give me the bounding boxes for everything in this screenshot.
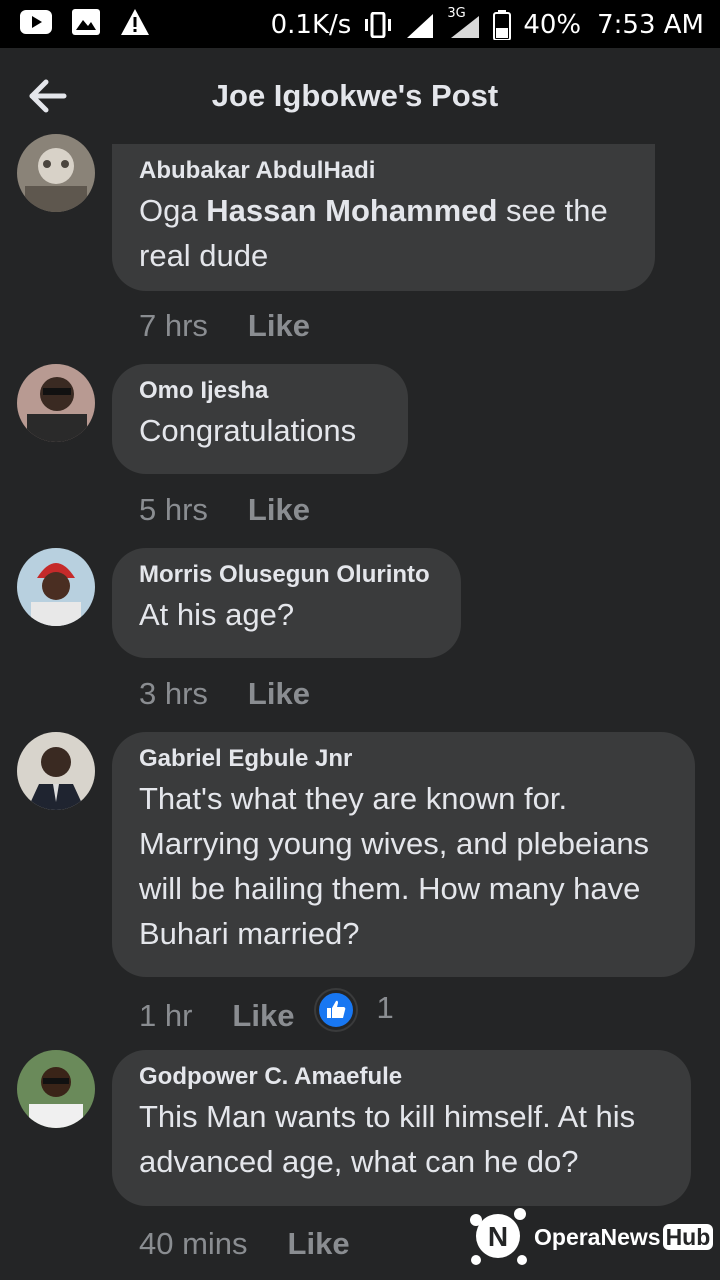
page-title: Joe Igbokwe's Post [211,78,499,113]
signal-icon [407,14,434,38]
comment-item: Omo Ijesha Congratulations 5 hrs Like [0,364,720,548]
svg-text:N: N [488,1221,508,1252]
comment-item: Abubakar AbdulHadi Oga Hassan Mohammed s… [0,134,720,364]
comment-text: Oga Hassan Mohammed see the real dude [139,188,627,278]
comment-bubble[interactable]: Abubakar AbdulHadi Oga Hassan Mohammed s… [112,144,655,291]
comment-bubble[interactable]: Gabriel Egbule Jnr That's what they are … [112,732,695,977]
operanews-logo-icon: N [470,1208,527,1265]
avatar[interactable] [17,364,95,442]
comment-bubble[interactable]: Morris Olusegun Olurinto At his age? [112,548,461,658]
comment-time: 7 hrs [139,308,208,343]
comment-meta: 7 hrs Like [139,308,310,344]
comment-author[interactable]: Omo Ijesha [139,374,380,408]
app-bar: Joe Igbokwe's Post [0,48,720,144]
comment-time: 40 mins [139,1226,248,1261]
reaction-count[interactable]: 1 [376,990,393,1026]
like-button[interactable]: Like [288,1226,350,1262]
avatar[interactable] [17,1050,95,1128]
operanews-watermark: N OperaNews Hub [466,1200,716,1272]
comment-text-prefix: Oga [139,193,198,228]
comment-item: Gabriel Egbule Jnr That's what they are … [0,732,720,1052]
gallery-icon [72,9,100,35]
mention-link[interactable]: Hassan Mohammed [206,193,497,228]
clock: 7:53 AM [597,10,704,40]
battery-icon [493,10,512,40]
network-type: 3G [447,6,466,21]
comment-meta: 1 hr Like 1 [139,990,394,1036]
comment-time: 1 hr [139,998,193,1033]
comment-meta: 5 hrs Like [139,492,310,528]
vibrate-icon [365,12,392,38]
like-button[interactable]: Like [248,492,310,528]
comment-text: At his age? [139,597,295,632]
comment-author[interactable]: Morris Olusegun Olurinto [139,558,433,592]
battery-level: 40% [523,10,582,40]
comment-author[interactable]: Gabriel Egbule Jnr [139,742,667,776]
avatar[interactable] [17,732,95,810]
watermark-text: OperaNews Hub [534,1224,714,1251]
comment-meta: 40 mins Like [139,1226,350,1262]
comment-meta: 3 hrs Like [139,676,310,712]
thumbs-up-icon[interactable] [316,990,357,1030]
comment-item: Morris Olusegun Olurinto At his age? 3 h… [0,548,720,732]
watermark-hub: Hub [662,1224,714,1250]
comment-author[interactable]: Godpower C. Amaefule [139,1060,663,1094]
watermark-brand: OperaNews [534,1224,661,1250]
youtube-icon [20,10,52,34]
comment-bubble[interactable]: Godpower C. Amaefule This Man wants to k… [112,1050,691,1206]
comment-text: This Man wants to kill himself. At his a… [139,1099,636,1179]
comment-time: 5 hrs [139,492,208,527]
comment-text: Congratulations [139,413,357,448]
like-button[interactable]: Like [248,308,310,344]
comment-bubble[interactable]: Omo Ijesha Congratulations [112,364,408,474]
comment-text: That's what they are known for. Marrying… [139,781,650,951]
avatar[interactable] [17,548,95,626]
like-button[interactable]: Like [248,676,310,712]
status-bar: 0.1K/s 3G 40% 7:53 AM [0,0,720,48]
like-button[interactable]: Like [232,998,294,1034]
warning-icon [121,9,149,35]
network-speed: 0.1K/s [270,10,352,40]
comment-author[interactable]: Abubakar AbdulHadi [139,154,627,188]
avatar[interactable] [17,134,95,212]
comment-time: 3 hrs [139,676,208,711]
